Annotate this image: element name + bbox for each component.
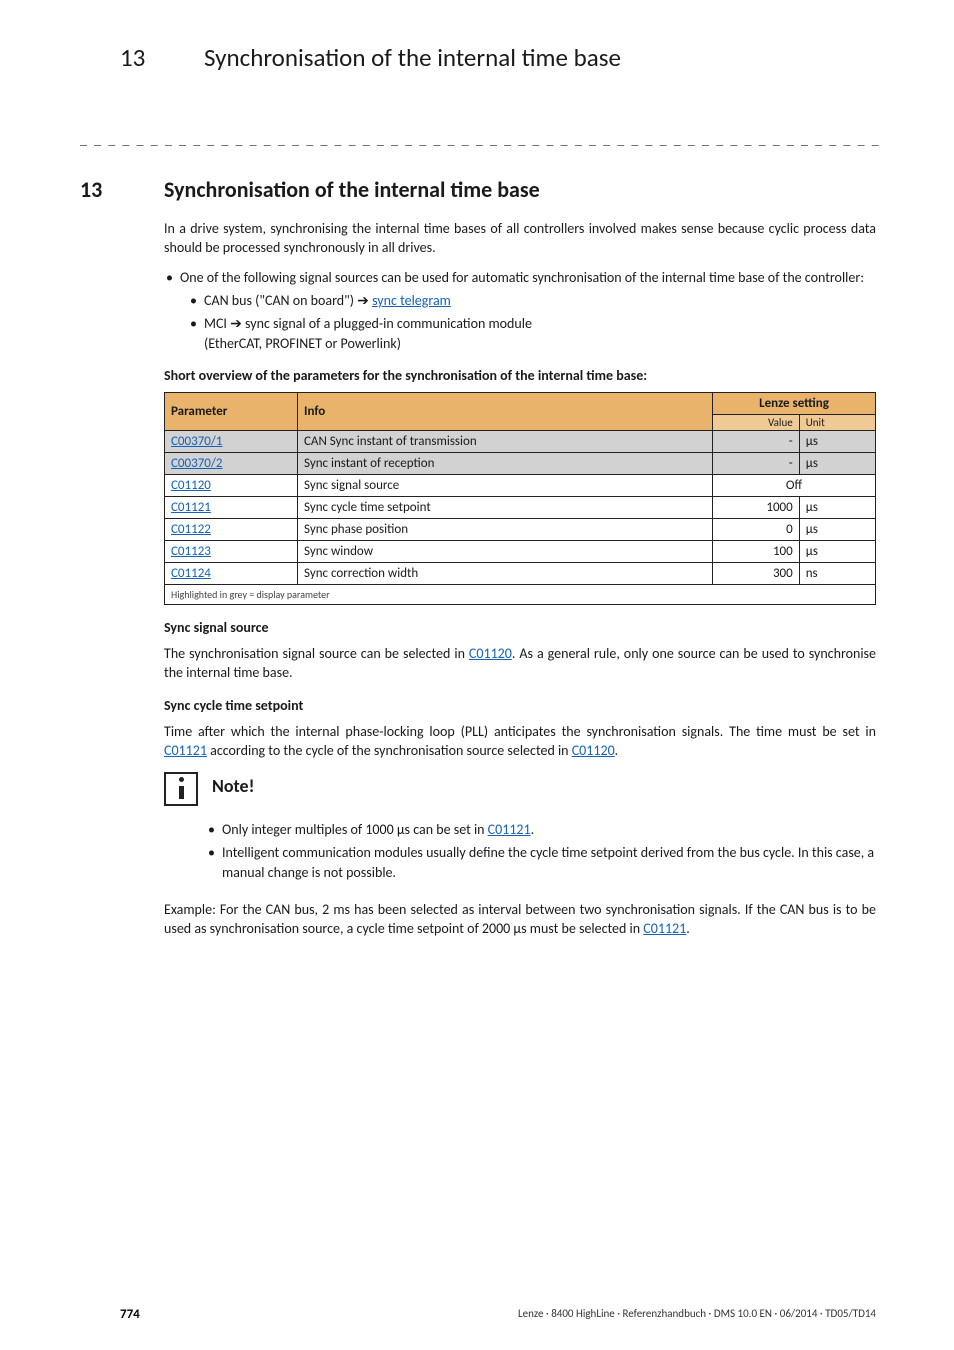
table-footnote: Highlighted in grey = display parameter [165, 584, 876, 604]
cell-value: 300 [713, 562, 800, 584]
cell-unit: µs [799, 518, 875, 540]
cell-info: Sync instant of reception [298, 452, 713, 474]
param-link[interactable]: C01121 [164, 742, 207, 759]
param-link[interactable]: C01123 [171, 544, 211, 559]
cell-value: - [713, 452, 800, 474]
cell-unit: µs [799, 540, 875, 562]
footer-meta: Lenze · 8400 HighLine · Referenzhandbuch… [518, 1307, 876, 1322]
col-header-lenze: Lenze setting [713, 392, 876, 414]
list-text: (EtherCAT, PROFINET or Powerlink) [204, 335, 401, 352]
cell-info: Sync correction width [298, 562, 713, 584]
table-row: C01124 Sync correction width300ns [165, 562, 876, 584]
cell-parameter: C00370/2 [165, 452, 298, 474]
divider-rule: _ _ _ _ _ _ _ _ _ _ _ _ _ _ _ _ _ _ _ _ … [80, 131, 880, 148]
cell-value: Off [713, 474, 876, 496]
setpoint-heading: Sync cycle time setpoint [164, 697, 876, 714]
cell-parameter: C00370/1 [165, 430, 298, 452]
running-head-title: Synchronisation of the internal time bas… [204, 42, 621, 73]
list-item: Only integer multiples of 1000 µs can be… [208, 820, 876, 839]
page-number: 774 [120, 1307, 140, 1322]
arrow-icon: ➔ [230, 315, 242, 332]
sync-source-paragraph: The synchronisation signal source can be… [164, 644, 876, 683]
col-header-info: Info [298, 392, 713, 430]
table-row: C01122 Sync phase position0µs [165, 518, 876, 540]
col-header-parameter: Parameter [165, 392, 298, 430]
cell-info: CAN Sync instant of transmission [298, 430, 713, 452]
cell-info: Sync phase position [298, 518, 713, 540]
arrow-icon: ➔ [357, 292, 372, 309]
example-paragraph: Example: For the CAN bus, 2 ms has been … [164, 900, 876, 939]
section-number: 13 [80, 176, 164, 203]
list-item: One of the following signal sources can … [164, 268, 876, 353]
text: according to the cycle of the synchronis… [207, 742, 572, 759]
parameter-table: Parameter Info Lenze setting Value Unit … [164, 392, 876, 605]
info-icon [164, 772, 198, 806]
table-row: C01120 Sync signal sourceOff [165, 474, 876, 496]
param-link[interactable]: C01124 [171, 566, 211, 581]
intro-paragraph: In a drive system, synchronising the int… [164, 219, 876, 258]
note-list: Only integer multiples of 1000 µs can be… [208, 820, 876, 882]
text: . [615, 742, 619, 759]
sync-telegram-link[interactable]: sync telegram [372, 292, 451, 309]
param-link[interactable]: C01121 [171, 500, 211, 515]
cell-info: Sync window [298, 540, 713, 562]
cell-parameter: C01123 [165, 540, 298, 562]
cell-info: Sync signal source [298, 474, 713, 496]
cell-parameter: C01121 [165, 496, 298, 518]
cell-value: - [713, 430, 800, 452]
text: Only integer multiples of 1000 µs can be… [222, 821, 488, 838]
running-head: 13 Synchronisation of the internal time … [120, 42, 876, 73]
param-link[interactable]: C01122 [171, 522, 211, 537]
table-row: C01123 Sync window100µs [165, 540, 876, 562]
page-footer: 774 Lenze · 8400 HighLine · Referenzhand… [120, 1307, 876, 1322]
sync-source-heading: Sync signal source [164, 619, 876, 636]
running-head-number: 13 [120, 42, 204, 73]
table-row: C01121 Sync cycle time setpoint1000µs [165, 496, 876, 518]
cell-unit: µs [799, 452, 875, 474]
list-text: One of the following signal sources can … [180, 269, 864, 286]
param-link[interactable]: C01121 [643, 920, 686, 937]
table-row: C00370/2 Sync instant of reception-µs [165, 452, 876, 474]
cell-unit: µs [799, 496, 875, 518]
col-subheader-value: Value [713, 414, 800, 430]
source-list: One of the following signal sources can … [164, 268, 876, 353]
cell-value: 100 [713, 540, 800, 562]
list-text: CAN bus ("CAN on board") [204, 292, 357, 309]
cell-parameter: C01122 [165, 518, 298, 540]
section-title: Synchronisation of the internal time bas… [164, 176, 540, 203]
table-row: C00370/1 CAN Sync instant of transmission… [165, 430, 876, 452]
text: Time after which the internal phase-lock… [164, 723, 876, 740]
cell-info: Sync cycle time setpoint [298, 496, 713, 518]
param-link[interactable]: C00370/2 [171, 456, 223, 471]
param-link[interactable]: C00370/1 [171, 434, 223, 449]
cell-unit: ns [799, 562, 875, 584]
list-text: MCI [204, 315, 230, 332]
col-subheader-unit: Unit [799, 414, 875, 430]
cell-value: 0 [713, 518, 800, 540]
overview-heading: Short overview of the parameters for the… [164, 367, 876, 384]
param-link[interactable]: C01120 [469, 645, 512, 662]
setpoint-paragraph: Time after which the internal phase-lock… [164, 722, 876, 761]
cell-unit: µs [799, 430, 875, 452]
list-item: CAN bus ("CAN on board") ➔ sync telegram [190, 291, 876, 310]
param-link[interactable]: C01120 [572, 742, 615, 759]
param-link[interactable]: C01121 [488, 821, 531, 838]
text: Example: For the CAN bus, 2 ms has been … [164, 901, 876, 937]
list-text: sync signal of a plugged-in communicatio… [242, 315, 532, 332]
cell-parameter: C01120 [165, 474, 298, 496]
param-link[interactable]: C01120 [171, 478, 211, 493]
text: . [686, 920, 690, 937]
list-item: MCI ➔ sync signal of a plugged-in commun… [190, 314, 876, 353]
note-box: Note! [164, 770, 876, 806]
cell-value: 1000 [713, 496, 800, 518]
text: The synchronisation signal source can be… [164, 645, 469, 662]
cell-parameter: C01124 [165, 562, 298, 584]
note-label: Note! [212, 775, 254, 797]
list-item: Intelligent communication modules usuall… [208, 843, 876, 882]
text: . [531, 821, 535, 838]
section-heading: 13 Synchronisation of the internal time … [120, 176, 876, 203]
